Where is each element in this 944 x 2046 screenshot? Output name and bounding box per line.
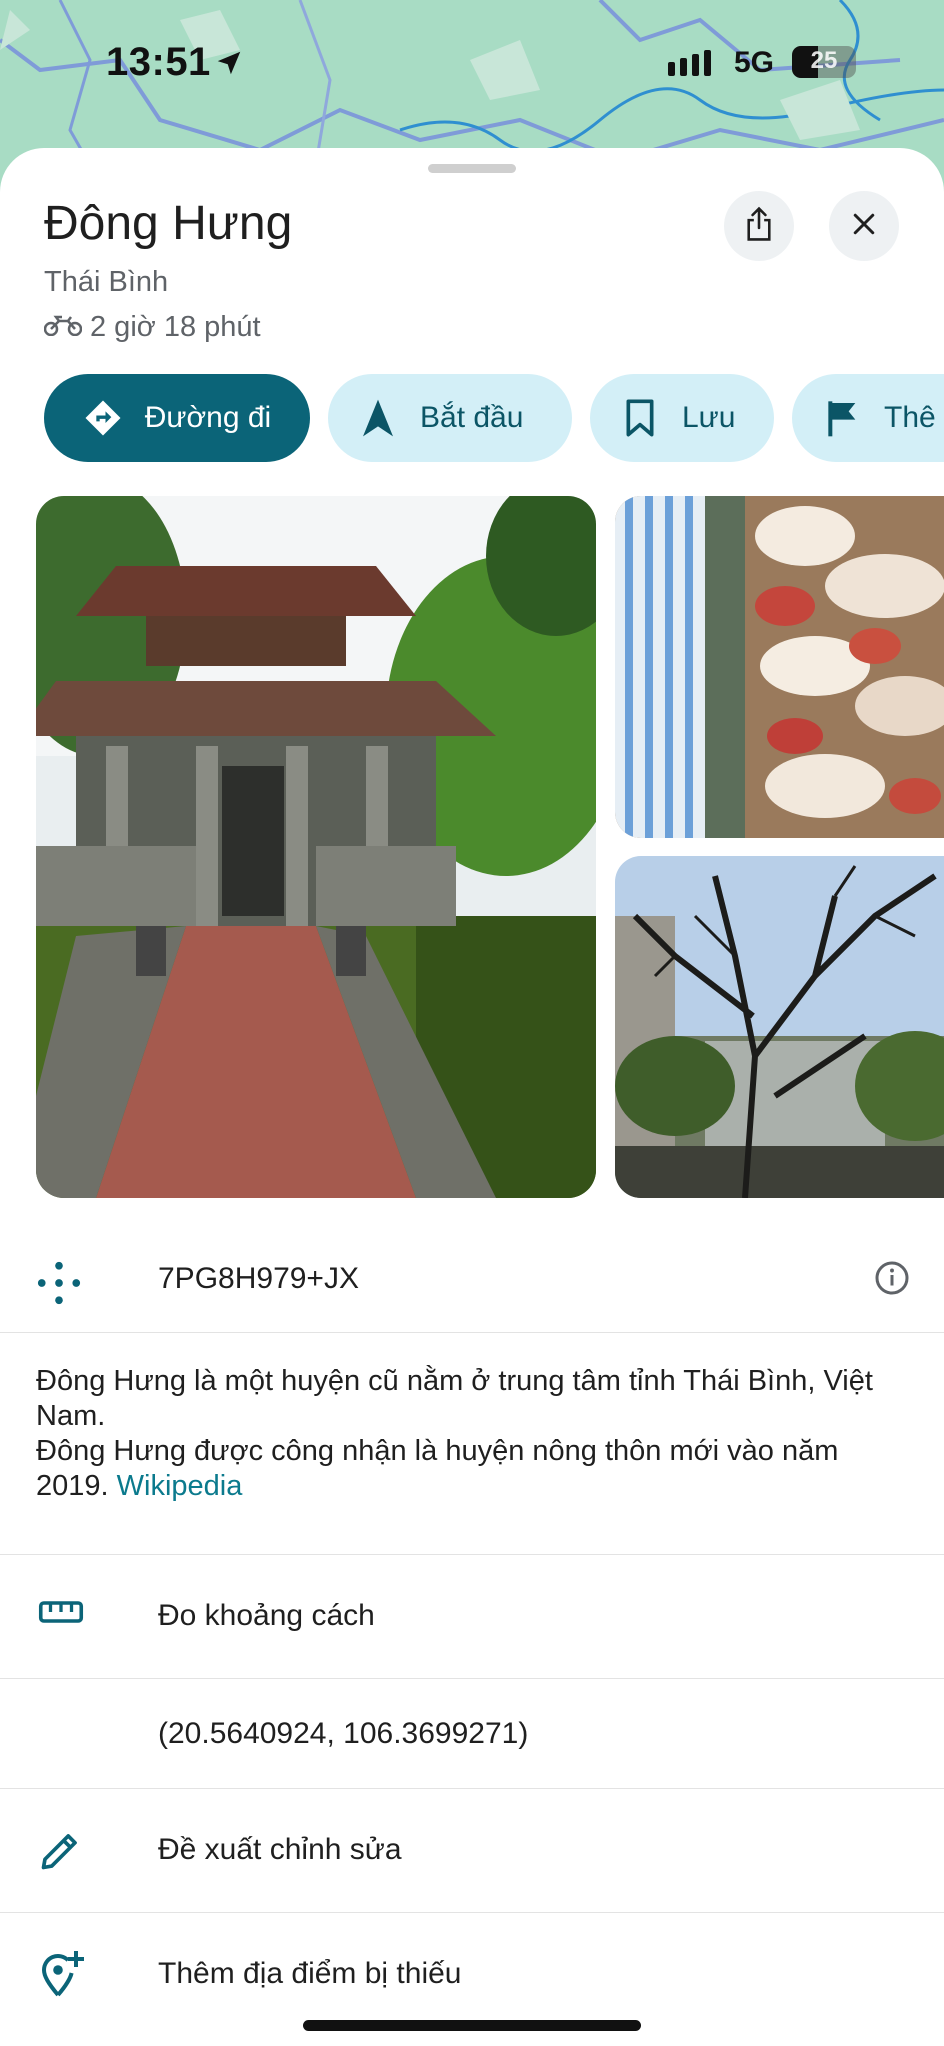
location-arrow-icon (214, 48, 244, 83)
motorbike-icon (43, 311, 83, 344)
status-time: 13:51 (106, 40, 211, 84)
start-label: Bắt đầu (420, 401, 524, 434)
description-line-1: Đông Hưng là một huyện cũ nằm ở trung tâ… (36, 1365, 873, 1432)
description-line-2: Đông Hưng được công nhận là huyện nông t… (36, 1434, 916, 1504)
travel-time-text: 2 giờ 18 phút (90, 311, 261, 343)
pagoda-photo[interactable] (36, 496, 596, 1198)
suggest-edit-label: Đề xuất chỉnh sửa (158, 1833, 402, 1866)
share-button[interactable] (724, 191, 794, 261)
cellular-signal-icon (668, 50, 718, 81)
coordinates-text: (20.5640924, 106.3699271) (158, 1717, 529, 1750)
ruler-icon (38, 1597, 84, 1632)
sheet-grabber[interactable] (428, 164, 516, 173)
close-icon (849, 209, 879, 244)
coordinates-row[interactable]: (20.5640924, 106.3699271) (0, 1678, 944, 1788)
village-tree-photo[interactable] (615, 856, 944, 1198)
pencil-icon (38, 1829, 82, 1878)
plus-code-icon (36, 1260, 82, 1311)
suggest-edit-row[interactable]: Đề xuất chỉnh sửa (0, 1788, 944, 1912)
photo-gallery (36, 496, 944, 1198)
measure-distance-row[interactable]: Đo khoảng cách (0, 1554, 944, 1678)
flag-icon (822, 398, 862, 438)
save-label: Lưu (682, 401, 736, 434)
directions-icon (83, 398, 123, 438)
save-button[interactable]: Lưu (590, 374, 774, 462)
plus-code-text: 7PG8H979+JX (158, 1262, 359, 1295)
add-label-label: Thê (884, 401, 936, 434)
battery-icon: 25 (792, 46, 856, 78)
home-indicator[interactable] (303, 2020, 641, 2031)
start-button[interactable]: Bắt đầu (328, 374, 572, 462)
place-title: Đông Hưng (44, 197, 293, 250)
place-region: Thái Bình (44, 266, 169, 298)
status-bar: 13:51 5G 25 (0, 0, 944, 130)
share-icon (743, 206, 775, 247)
wikipedia-link[interactable]: Wikipedia (117, 1470, 243, 1502)
plus-code-row[interactable]: 7PG8H979+JX (0, 1226, 944, 1332)
battery-level: 25 (810, 47, 838, 74)
add-location-icon (38, 1949, 86, 2004)
navigation-arrow-icon (358, 398, 398, 438)
description-divider (0, 1332, 944, 1333)
add-label-button[interactable]: Thê (792, 374, 944, 462)
place-description: Đông Hưng là một huyện cũ nằm ở trung tâ… (36, 1364, 916, 1504)
bookmark-icon (620, 398, 660, 438)
info-icon[interactable] (874, 1260, 910, 1301)
travel-time: 2 giờ 18 phút (43, 311, 261, 344)
close-button[interactable] (829, 191, 899, 261)
measure-distance-label: Đo khoảng cách (158, 1599, 375, 1632)
directions-button[interactable]: Đường đi (44, 374, 310, 462)
action-chips: Đường đi Bắt đầu Lưu Thê (44, 374, 944, 462)
network-type: 5G (734, 46, 775, 79)
add-missing-place-label: Thêm địa điểm bị thiếu (158, 1957, 462, 1990)
festival-photo[interactable] (615, 496, 944, 838)
directions-label: Đường đi (144, 401, 272, 434)
place-sheet: Đông Hưng Thái Bình 2 giờ 18 phút Đường … (0, 148, 944, 2046)
